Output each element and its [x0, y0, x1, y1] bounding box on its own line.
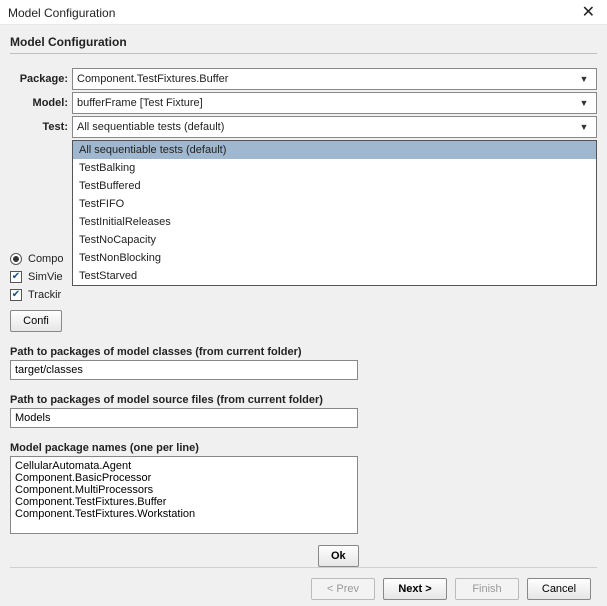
model-row: Model: bufferFrame [Test Fixture] ▼: [10, 92, 597, 114]
package-combo[interactable]: Component.TestFixtures.Buffer ▼: [72, 68, 597, 90]
dialog-content: Model Configuration Package: Component.T…: [0, 25, 607, 565]
config-button-row: Confi: [10, 310, 72, 332]
test-option[interactable]: TestNonBlocking: [73, 249, 596, 267]
simview-label: SimVie: [28, 271, 63, 283]
form-area: Package: Component.TestFixtures.Buffer ▼…: [10, 68, 597, 567]
test-option[interactable]: TestStarved: [73, 267, 596, 285]
options-group: Compo ✔ SimVie ✔ Trackir Confi: [10, 250, 72, 332]
dialog-subtitle: Model Configuration: [10, 31, 597, 54]
config-button[interactable]: Confi: [10, 310, 62, 332]
test-option[interactable]: TestNoCapacity: [73, 231, 596, 249]
checkbox-icon[interactable]: ✔: [10, 289, 22, 301]
titlebar: Model Configuration ✕: [0, 0, 607, 25]
test-option[interactable]: TestFIFO: [73, 195, 596, 213]
footer-buttons: < Prev Next > Finish Cancel: [10, 567, 597, 606]
window-title: Model Configuration: [8, 6, 115, 20]
chevron-down-icon[interactable]: ▼: [576, 95, 592, 111]
package-row: Package: Component.TestFixtures.Buffer ▼: [10, 68, 597, 90]
sources-path-input[interactable]: [10, 408, 358, 428]
close-icon[interactable]: ✕: [578, 6, 599, 20]
tracking-check-row[interactable]: ✔ Trackir: [10, 286, 72, 304]
sources-path-label: Path to packages of model source files (…: [10, 394, 597, 406]
simview-check-row[interactable]: ✔ SimVie: [10, 268, 72, 286]
test-combo[interactable]: All sequentiable tests (default) ▼: [72, 116, 597, 138]
ok-row: Ok: [318, 545, 597, 567]
classes-path-input[interactable]: [10, 360, 358, 380]
model-label: Model:: [10, 97, 72, 109]
model-combo[interactable]: bufferFrame [Test Fixture] ▼: [72, 92, 597, 114]
test-option[interactable]: TestBalking: [73, 159, 596, 177]
checkbox-icon[interactable]: ✔: [10, 271, 22, 283]
package-names-textarea[interactable]: [10, 456, 358, 534]
test-option[interactable]: TestInitialReleases: [73, 213, 596, 231]
chevron-down-icon[interactable]: ▼: [576, 119, 592, 135]
prev-button[interactable]: < Prev: [311, 578, 375, 600]
test-option[interactable]: TestBuffered: [73, 177, 596, 195]
test-row: Test: All sequentiable tests (default) ▼: [10, 116, 597, 138]
tracking-label: Trackir: [28, 289, 61, 301]
finish-button[interactable]: Finish: [455, 578, 519, 600]
package-label: Package:: [10, 73, 72, 85]
package-value: Component.TestFixtures.Buffer: [77, 73, 228, 85]
model-value: bufferFrame [Test Fixture]: [77, 97, 203, 109]
next-button[interactable]: Next >: [383, 578, 447, 600]
cancel-button[interactable]: Cancel: [527, 578, 591, 600]
test-label: Test:: [10, 121, 72, 133]
package-names-label: Model package names (one per line): [10, 442, 597, 454]
ok-button[interactable]: Ok: [318, 545, 359, 567]
classes-path-label: Path to packages of model classes (from …: [10, 346, 597, 358]
test-option[interactable]: All sequentiable tests (default): [73, 141, 596, 159]
test-value: All sequentiable tests (default): [77, 121, 224, 133]
compo-radio-row[interactable]: Compo: [10, 250, 72, 268]
compo-label: Compo: [28, 253, 63, 265]
test-dropdown[interactable]: All sequentiable tests (default) TestBal…: [72, 140, 597, 286]
chevron-down-icon[interactable]: ▼: [576, 71, 592, 87]
radio-icon[interactable]: [10, 253, 22, 265]
